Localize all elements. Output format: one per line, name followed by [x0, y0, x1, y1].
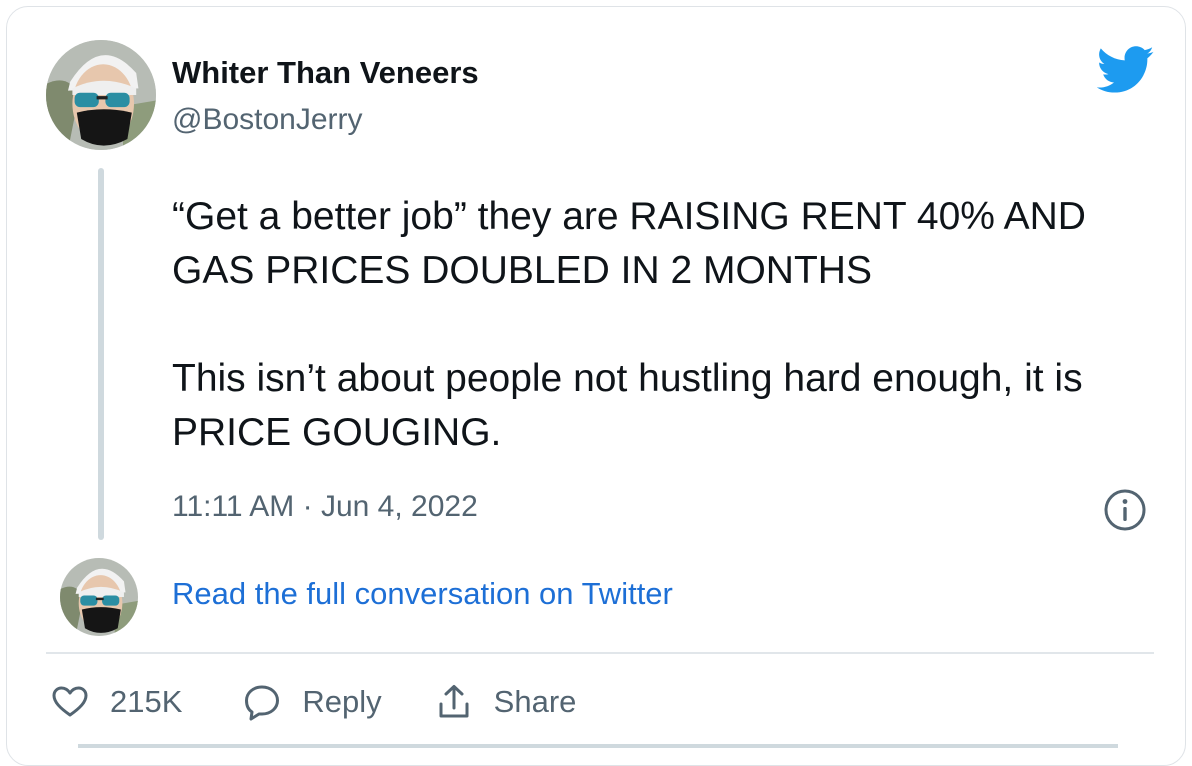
tweet-timestamp[interactable]: 11:11 AM · Jun 4, 2022	[172, 490, 478, 524]
heart-icon	[52, 686, 88, 717]
tweet-actions-bar: 215K Reply Share	[50, 678, 576, 726]
share-label: Share	[493, 684, 577, 719]
like-button[interactable]: 215K	[50, 682, 242, 722]
twitter-bird-icon[interactable]	[1096, 46, 1155, 94]
tweet-paragraph: “Get a better job” they are RAISING RENT…	[172, 195, 1086, 292]
tweet-body: “Get a better job” they are RAISING RENT…	[172, 190, 1162, 460]
tweet-paragraph: This isn’t about people not hustling har…	[172, 357, 1083, 454]
like-count: 215K	[110, 684, 183, 719]
info-icon[interactable]	[1103, 488, 1147, 532]
thread-connector-line	[98, 168, 104, 540]
actions-divider	[46, 652, 1154, 654]
author-handle[interactable]: @BostonJerry	[172, 103, 363, 137]
share-upload-icon	[439, 685, 469, 718]
reply-label: Reply	[302, 684, 382, 719]
author-display-name[interactable]: Whiter Than Veneers	[172, 55, 479, 91]
share-button[interactable]: Share	[434, 682, 577, 722]
author-avatar[interactable]	[46, 40, 156, 150]
read-conversation-link[interactable]: Read the full conversation on Twitter	[172, 576, 673, 612]
scroll-edge-bar	[78, 744, 1118, 748]
conversation-avatar[interactable]	[60, 558, 138, 636]
reply-button[interactable]: Reply	[242, 682, 433, 722]
speech-bubble-icon	[245, 685, 280, 721]
